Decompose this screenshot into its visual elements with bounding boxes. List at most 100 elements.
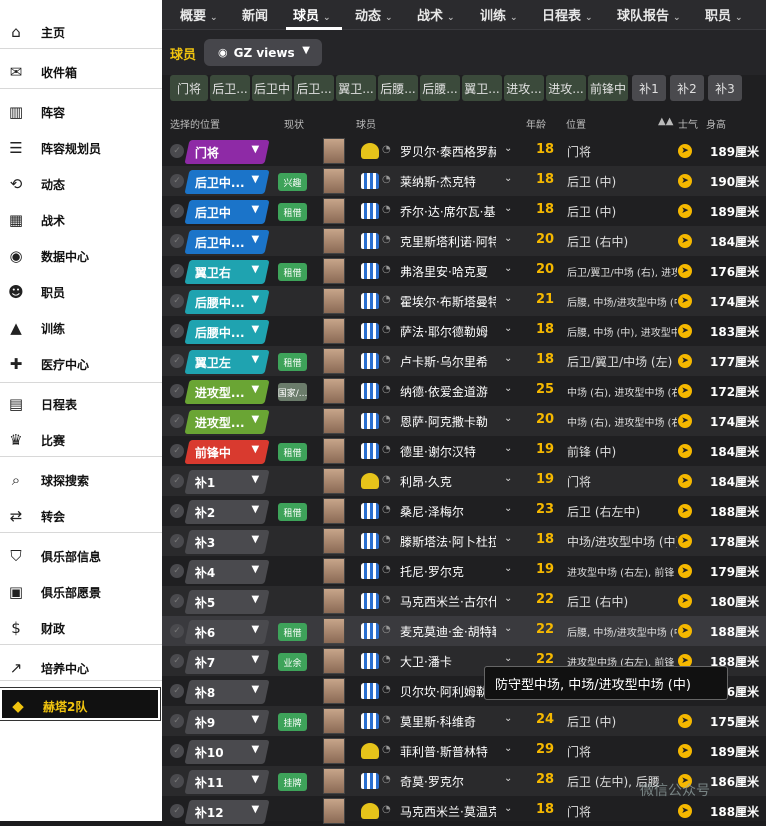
- chevron-down-icon[interactable]: ⌄: [504, 533, 512, 544]
- position-filter-chip[interactable]: 后腰...: [378, 75, 418, 101]
- tab-7[interactable]: 球队报告 ⌄: [617, 5, 681, 24]
- col-player[interactable]: 球员: [356, 116, 376, 131]
- player-name[interactable]: 克里斯塔利诺·阿特莫纳: [400, 233, 496, 250]
- tab-0[interactable]: 概要 ⌄: [180, 5, 218, 24]
- player-name[interactable]: 利昂·久克: [400, 473, 496, 490]
- sidebar-item-14[interactable]: ⛉ 俱乐部信息: [0, 540, 160, 572]
- chevron-down-icon[interactable]: ⌄: [504, 473, 512, 484]
- chevron-down-icon[interactable]: ⌄: [504, 773, 512, 784]
- chevron-down-icon[interactable]: ⌄: [504, 413, 512, 424]
- player-name[interactable]: 莱纳斯·杰克特: [400, 173, 496, 190]
- sidebar-item-0[interactable]: ⌂ 主页: [0, 16, 160, 48]
- select-checkbox[interactable]: ✓: [170, 744, 184, 758]
- table-row[interactable]: ✓ 补5 ▼ ◔ 马克西米兰·古尔什克 ⌄ 22 后卫 (右中) ➤ 180厘米: [162, 586, 766, 616]
- chevron-down-icon[interactable]: ⌄: [504, 353, 512, 364]
- player-name[interactable]: 菲利普·斯普林特: [400, 743, 496, 760]
- select-checkbox[interactable]: ✓: [170, 804, 184, 818]
- position-filter-chip[interactable]: 翼卫...: [336, 75, 376, 101]
- select-checkbox[interactable]: ✓: [170, 654, 184, 668]
- role-selector[interactable]: 进攻型... ▼: [184, 410, 270, 434]
- tab-8[interactable]: 职员 ⌄: [705, 5, 743, 24]
- chevron-down-icon[interactable]: ⌄: [504, 563, 512, 574]
- sidebar-item-11[interactable]: ♛ 比赛: [0, 424, 160, 456]
- table-row[interactable]: ✓ 后卫中 ▼ 租借 ◔ 乔尔·达·席尔瓦·基亚拉 ⌄ 18 后卫 (中) ➤ 189厘米: [162, 196, 766, 226]
- select-checkbox[interactable]: ✓: [170, 354, 184, 368]
- tab-1[interactable]: 新闻: [242, 5, 268, 24]
- select-checkbox[interactable]: ✓: [170, 534, 184, 548]
- select-checkbox[interactable]: ✓: [170, 774, 184, 788]
- chevron-down-icon[interactable]: ⌄: [504, 173, 512, 184]
- sidebar-item-13[interactable]: ⇄ 转会: [0, 500, 160, 532]
- sidebar-item-8[interactable]: ▲ 训练: [0, 312, 160, 344]
- chevron-down-icon[interactable]: ⌄: [504, 263, 512, 274]
- position-filter-chip[interactable]: 补2: [670, 75, 704, 101]
- table-row[interactable]: ✓ 后卫中... ▼ ◔ 克里斯塔利诺·阿特莫纳 ⌄ 20 后卫 (右中) ➤ 184厘米: [162, 226, 766, 256]
- chevron-down-icon[interactable]: ⌄: [504, 713, 512, 724]
- position-filter-chip[interactable]: 翼卫...: [462, 75, 502, 101]
- sidebar-item-9[interactable]: ✚ 医疗中心: [0, 348, 160, 380]
- role-selector[interactable]: 补8 ▼: [184, 680, 270, 704]
- position-filter-chip[interactable]: 后腰...: [420, 75, 460, 101]
- chevron-down-icon[interactable]: ⌄: [504, 803, 512, 814]
- role-selector[interactable]: 门将 ▼: [184, 140, 270, 164]
- role-selector[interactable]: 后卫中 ▼: [184, 200, 270, 224]
- role-selector[interactable]: 进攻型... ▼: [184, 380, 270, 404]
- table-row[interactable]: ✓ 翼卫右 ▼ 租借 ◔ 弗洛里安·哈克夏 ⌄ 20 后卫/翼卫/中场 (右), 进攻型中场 (…: [162, 256, 766, 286]
- role-selector[interactable]: 补9 ▼: [184, 710, 270, 734]
- tab-3[interactable]: 动态 ⌄: [355, 5, 393, 24]
- sidebar-item-5[interactable]: ▦ 战术: [0, 204, 160, 236]
- sidebar-item-12[interactable]: ⌕ 球探搜索: [0, 464, 160, 496]
- player-name[interactable]: 卢卡斯·乌尔里希: [400, 353, 496, 370]
- table-row[interactable]: ✓ 翼卫左 ▼ 租借 ◔ 卢卡斯·乌尔里希 ⌄ 18 后卫/翼卫/中场 (左) ➤ 177厘米: [162, 346, 766, 376]
- table-row[interactable]: ✓ 补2 ▼ 租借 ◔ 桑尼·泽梅尔 ⌄ 23 后卫 (右左中) ➤ 188厘米: [162, 496, 766, 526]
- role-selector[interactable]: 补12 ▼: [184, 800, 270, 824]
- col-height[interactable]: 身高: [706, 116, 726, 131]
- sidebar-item-10[interactable]: ▤ 日程表: [0, 388, 160, 420]
- select-checkbox[interactable]: ✓: [170, 714, 184, 728]
- chevron-down-icon[interactable]: ⌄: [504, 383, 512, 394]
- chevron-down-icon[interactable]: ⌄: [504, 503, 512, 514]
- role-selector[interactable]: 补1 ▼: [184, 470, 270, 494]
- role-selector[interactable]: 后卫中... ▼: [184, 230, 270, 254]
- select-checkbox[interactable]: ✓: [170, 144, 184, 158]
- chevron-down-icon[interactable]: ⌄: [504, 293, 512, 304]
- position-filter-chip[interactable]: 后卫中: [252, 75, 292, 101]
- role-selector[interactable]: 补5 ▼: [184, 590, 270, 614]
- player-name[interactable]: 大卫·潘卡: [400, 653, 496, 670]
- select-checkbox[interactable]: ✓: [170, 504, 184, 518]
- position-filter-chip[interactable]: 补1: [632, 75, 666, 101]
- chevron-down-icon[interactable]: ⌄: [504, 653, 512, 664]
- player-name[interactable]: 罗贝尔·泰西格罗赫: [400, 143, 496, 160]
- table-row[interactable]: ✓ 补6 ▼ 租借 ◔ 麦克莫迪·金·胡特勒 ⌄ 22 后腰, 中场/进攻型中场 (中) ➤ 188…: [162, 616, 766, 646]
- select-checkbox[interactable]: ✓: [170, 564, 184, 578]
- view-selector-button[interactable]: ◉ GZ views ▼: [204, 39, 322, 66]
- select-checkbox[interactable]: ✓: [170, 174, 184, 188]
- select-checkbox[interactable]: ✓: [170, 414, 184, 428]
- chevron-down-icon[interactable]: ⌄: [504, 743, 512, 754]
- player-name[interactable]: 马克西米兰·莫温克尔: [400, 803, 496, 820]
- table-row[interactable]: ✓ 补4 ▼ ◔ 托尼·罗尔克 ⌄ 19 进攻型中场 (右左), 前锋 (中)➤ 179厘米: [162, 556, 766, 586]
- chevron-down-icon[interactable]: ⌄: [504, 143, 512, 154]
- sidebar-item-1[interactable]: ✉ 收件箱: [0, 56, 160, 88]
- tab-6[interactable]: 日程表 ⌄: [542, 5, 593, 24]
- role-selector[interactable]: 前锋中 ▼: [184, 440, 270, 464]
- select-checkbox[interactable]: ✓: [170, 624, 184, 638]
- role-selector[interactable]: 翼卫左 ▼: [184, 350, 270, 374]
- player-name[interactable]: 莫里斯·科维奇: [400, 713, 496, 730]
- player-name[interactable]: 德里·谢尔汉特: [400, 443, 496, 460]
- role-selector[interactable]: 补10 ▼: [184, 740, 270, 764]
- tab-5[interactable]: 训练 ⌄: [480, 5, 518, 24]
- col-selected-position[interactable]: 选择的位置: [170, 116, 220, 131]
- position-filter-chip[interactable]: 后卫...: [210, 75, 250, 101]
- select-checkbox[interactable]: ✓: [170, 384, 184, 398]
- sidebar-item-2[interactable]: ▥ 阵容: [0, 96, 160, 128]
- position-filter-chip[interactable]: 后卫...: [294, 75, 334, 101]
- chevron-down-icon[interactable]: ⌄: [504, 443, 512, 454]
- chevron-down-icon[interactable]: ⌄: [504, 233, 512, 244]
- col-position[interactable]: 位置: [566, 116, 586, 131]
- table-row[interactable]: ✓ 补9 ▼ 挂牌 ◔ 莫里斯·科维奇 ⌄ 24 后卫 (中) ➤ 175厘米: [162, 706, 766, 736]
- sidebar-item-15[interactable]: ▣ 俱乐部愿景: [0, 576, 160, 608]
- select-checkbox[interactable]: ✓: [170, 264, 184, 278]
- select-checkbox[interactable]: ✓: [170, 204, 184, 218]
- table-row[interactable]: ✓ 补10 ▼ ◔ 菲利普·斯普林特 ⌄ 29 门将 ➤ 189厘米: [162, 736, 766, 766]
